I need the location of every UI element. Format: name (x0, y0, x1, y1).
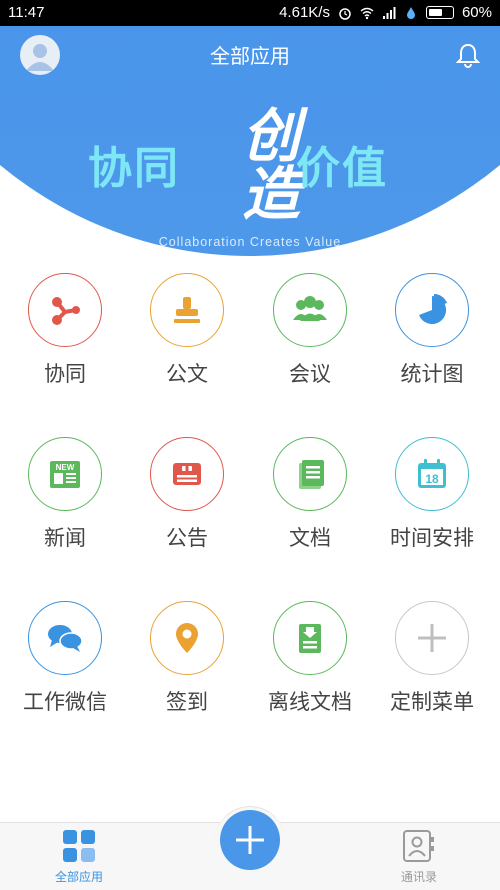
app-shijiananpai[interactable]: 18 时间安排 (371, 422, 493, 562)
app-gonggao[interactable]: 公告 (126, 422, 248, 562)
app-icon-circle: 18 (395, 437, 469, 511)
slogan-center: 创造 (232, 105, 300, 221)
nav-contacts[interactable]: 通讯录 (374, 823, 464, 890)
app-xinwen[interactable]: NEW 新闻 (4, 422, 126, 562)
header-banner: 全部应用 协同 创造 价值 Collaboration Creates Valu… (0, 26, 500, 258)
app-wendang[interactable]: 文档 (249, 422, 371, 562)
announcement-icon (173, 463, 201, 485)
nav-label-all-apps: 全部应用 (54, 870, 103, 884)
droplet-icon (406, 6, 415, 19)
app-icon-circle: NEW (28, 437, 102, 511)
signal-icon (382, 6, 396, 19)
app-label: 文档 (289, 526, 331, 550)
battery-icon (425, 6, 454, 19)
nav-all-apps[interactable]: 全部应用 (34, 823, 124, 890)
app-icon-circle (273, 437, 347, 511)
location-pin-icon (176, 623, 198, 653)
plus-icon (236, 826, 264, 854)
chat-bubbles-icon (48, 625, 83, 652)
app-label: 统计图 (400, 362, 464, 386)
news-badge: NEW (56, 463, 75, 472)
status-bar: 11:47 4.61K/s 60% (0, 0, 500, 26)
slogan-right: 价值 (296, 143, 388, 194)
status-right: 4.61K/s 60% (279, 4, 492, 21)
app-label: 离线文档 (268, 690, 352, 714)
status-time: 11:47 (8, 4, 45, 21)
newspaper-icon: NEW (50, 461, 80, 488)
app-gongzuoweixin[interactable]: 工作微信 (4, 586, 126, 726)
app-label: 定制菜单 (390, 690, 474, 714)
app-dingzhicaidan[interactable]: 定制菜单 (371, 586, 493, 726)
nav-label-contacts: 通讯录 (400, 870, 437, 884)
share-nodes-icon (52, 297, 80, 325)
calendar-icon: 18 (418, 459, 446, 488)
pie-chart-icon (419, 294, 447, 324)
network-speed: 4.61K/s (279, 4, 330, 21)
app-icon-circle (395, 601, 469, 675)
page-title: 全部应用 (210, 44, 290, 68)
slogan-left: 协同 (88, 143, 180, 194)
app-icon-circle (28, 273, 102, 347)
add-button[interactable] (220, 810, 280, 870)
wifi-icon (360, 7, 374, 19)
app-qiandao[interactable]: 签到 (126, 586, 248, 726)
download-document-icon (299, 624, 321, 653)
app-icon-circle (150, 273, 224, 347)
battery-percent: 60% (461, 4, 492, 21)
app-label: 时间安排 (390, 526, 474, 550)
contacts-icon (403, 830, 434, 862)
document-icon (299, 460, 324, 489)
alarm-icon (339, 7, 351, 20)
app-label: 签到 (166, 690, 208, 714)
slogan-english: Collaboration Creates Value (158, 235, 342, 249)
app-icon-circle (28, 601, 102, 675)
app-label: 公文 (166, 362, 208, 386)
app-huiyi[interactable]: 会议 (249, 258, 371, 398)
app-icon-circle (273, 601, 347, 675)
app-label: 会议 (289, 362, 331, 386)
app-gongwen[interactable]: 公文 (126, 258, 248, 398)
grid-icon (63, 830, 95, 862)
app-icon-circle (150, 601, 224, 675)
app-icon-circle (150, 437, 224, 511)
app-lixianwendang[interactable]: 离线文档 (249, 586, 371, 726)
app-label: 公告 (166, 526, 208, 550)
app-xietong[interactable]: 协同 (4, 258, 126, 398)
people-icon (293, 296, 327, 321)
app-tongjitu[interactable]: 统计图 (371, 258, 493, 398)
app-icon-circle (395, 273, 469, 347)
stamp-icon (174, 297, 200, 323)
plus-icon (418, 624, 446, 652)
app-icon-circle (273, 273, 347, 347)
calendar-date: 18 (425, 472, 439, 486)
bell-icon[interactable] (454, 41, 482, 69)
slogan: 协同 创造 价值 (0, 105, 500, 221)
